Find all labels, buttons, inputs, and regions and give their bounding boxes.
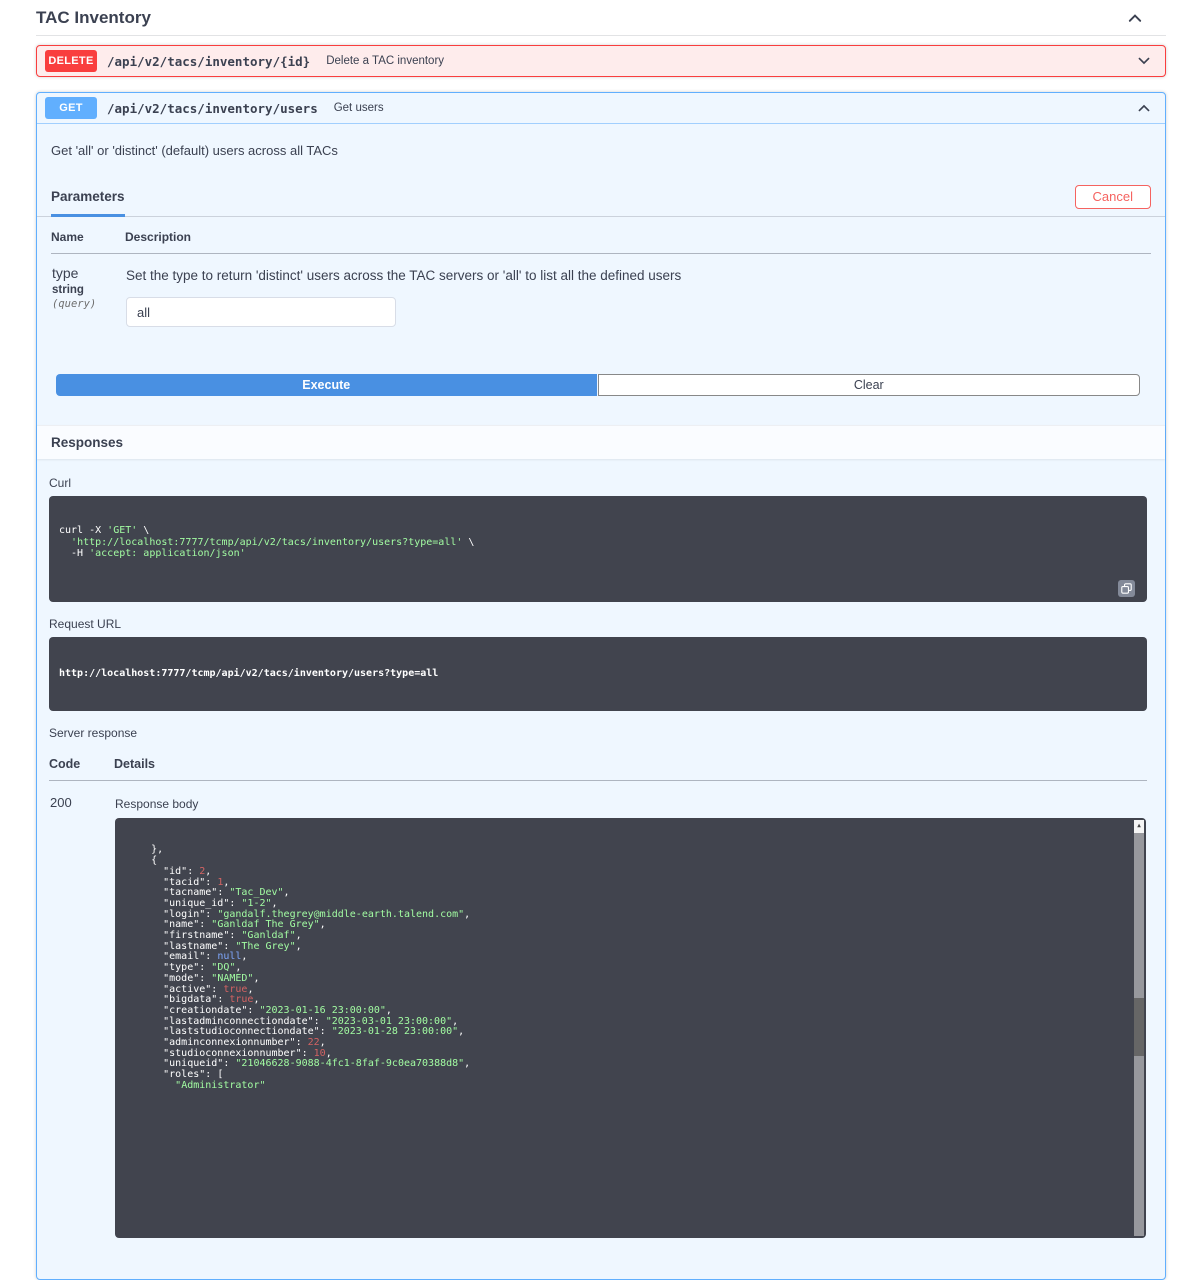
scroll-up-arrow-icon[interactable]: ▲ — [1134, 820, 1144, 833]
cancel-button[interactable]: Cancel — [1075, 185, 1151, 209]
parameter-description: Set the type to return 'distinct' users … — [126, 265, 1150, 283]
chevron-up-icon[interactable] — [1131, 101, 1157, 115]
server-response-label: Server response — [49, 726, 1147, 740]
parameter-name: type — [52, 265, 124, 281]
curl-code-block: curl -X 'GET' \ 'http://localhost:7777/t… — [49, 496, 1147, 602]
request-url-block: http://localhost:7777/tcmp/api/v2/tacs/i… — [49, 637, 1147, 711]
curl-command: curl -X 'GET' \ 'http://localhost:7777/t… — [59, 525, 1137, 560]
param-description-header: Description — [125, 217, 1151, 254]
request-url-value: http://localhost:7777/tcmp/api/v2/tacs/i… — [59, 668, 1137, 680]
type-parameter-input[interactable] — [126, 297, 396, 327]
execute-button[interactable]: Execute — [56, 374, 597, 396]
responses-body: Curl curl -X 'GET' \ 'http://localhost:7… — [37, 459, 1165, 1279]
get-endpoint-path: /api/v2/tacs/inventory/users — [107, 101, 318, 116]
response-row: 200 Response body }, { "id": 2, "tacid":… — [49, 781, 1147, 1240]
endpoint-get-summary[interactable]: GET /api/v2/tacs/inventory/users Get use… — [37, 93, 1165, 124]
response-body-label: Response body — [115, 797, 1146, 811]
swagger-page: TAC Inventory DELETE /api/v2/tacs/invent… — [0, 0, 1196, 1280]
endpoint-description: Get 'all' or 'distinct' (default) users … — [37, 124, 1165, 177]
scrollbar-thumb[interactable] — [1134, 998, 1144, 1056]
execute-wrapper: Execute Clear — [37, 328, 1165, 396]
status-code: 200 — [49, 781, 114, 1240]
parameter-type: string — [52, 284, 124, 296]
get-endpoint-summary-text: Get users — [334, 102, 384, 114]
endpoint-delete-block: DELETE /api/v2/tacs/inventory/{id} Delet… — [36, 45, 1166, 77]
copy-to-clipboard-icon[interactable] — [1118, 580, 1135, 597]
clear-button[interactable]: Clear — [598, 374, 1141, 396]
code-column-header: Code — [49, 747, 114, 781]
curl-label: Curl — [49, 476, 1147, 490]
parameters-section: Name Description type string (query) — [37, 217, 1165, 328]
tag-section-header: TAC Inventory — [36, 0, 1166, 36]
param-name-header: Name — [51, 217, 125, 254]
server-response-table: Code Details 200 Response body }, { "id"… — [49, 747, 1147, 1239]
chevron-down-icon[interactable] — [1131, 54, 1157, 68]
tab-parameters-label: Parameters — [51, 189, 125, 204]
page-title: TAC Inventory — [36, 8, 151, 28]
parameter-location: (query) — [52, 298, 124, 310]
delete-method-badge: DELETE — [45, 50, 97, 72]
delete-endpoint-path: /api/v2/tacs/inventory/{id} — [107, 54, 310, 69]
responses-header: Responses — [37, 425, 1165, 459]
responses-title: Responses — [51, 435, 123, 450]
parameter-row: type string (query) Set the type to retu… — [51, 254, 1151, 329]
section-collapse-chevron-up-icon[interactable] — [1126, 10, 1144, 26]
response-body-block: }, { "id": 2, "tacid": 1, "tacname": "Ta… — [115, 818, 1146, 1238]
endpoint-get-block: GET /api/v2/tacs/inventory/users Get use… — [36, 92, 1166, 1280]
parameters-tabbar: Parameters Cancel — [37, 177, 1165, 217]
response-body-scrollbar[interactable]: ▲ — [1134, 820, 1144, 1236]
response-body-json: }, { "id": 2, "tacid": 1, "tacname": "Ta… — [127, 845, 1134, 1091]
details-column-header: Details — [114, 747, 1147, 781]
request-url-label: Request URL — [49, 617, 1147, 631]
get-method-badge: GET — [45, 97, 97, 119]
endpoint-get-body: Get 'all' or 'distinct' (default) users … — [37, 124, 1165, 1279]
delete-endpoint-summary-text: Delete a TAC inventory — [326, 55, 444, 67]
tab-parameters[interactable]: Parameters — [51, 177, 125, 216]
endpoint-delete-summary[interactable]: DELETE /api/v2/tacs/inventory/{id} Delet… — [37, 46, 1165, 76]
